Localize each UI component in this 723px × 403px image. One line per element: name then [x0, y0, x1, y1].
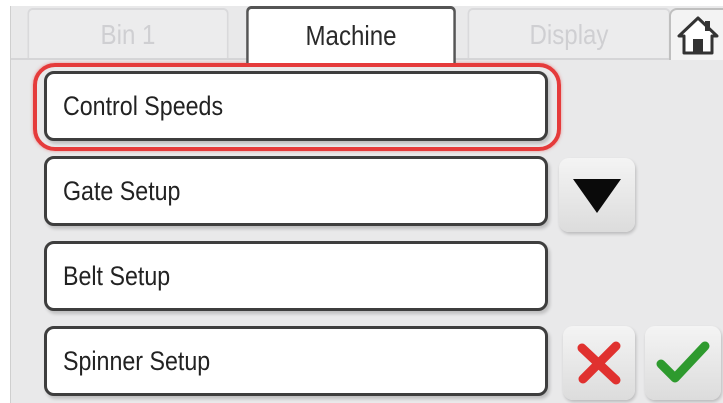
cancel-button[interactable]: [563, 326, 635, 400]
gate-setup-label: Gate Setup: [63, 175, 181, 206]
gate-setup-button[interactable]: Gate Setup: [44, 156, 548, 226]
control-speeds-button[interactable]: Control Speeds: [44, 71, 548, 141]
belt-setup-label: Belt Setup: [63, 260, 171, 291]
scroll-down-button[interactable]: [559, 158, 635, 232]
home-button[interactable]: [669, 8, 723, 60]
spinner-setup-button[interactable]: Spinner Setup: [44, 326, 548, 396]
tab-display[interactable]: Display: [467, 8, 671, 60]
red-x-icon: [577, 341, 621, 385]
tab-bar: Bin 1 Display Machine: [11, 6, 723, 63]
belt-setup-button[interactable]: Belt Setup: [44, 241, 548, 311]
down-triangle-icon: [573, 179, 621, 213]
spinner-setup-label: Spinner Setup: [63, 345, 211, 376]
tab-bin-1[interactable]: Bin 1: [27, 8, 229, 60]
tab-machine[interactable]: Machine: [246, 6, 456, 63]
machine-menu-screen: Bin 1 Display Machine Control Speeds Gat…: [10, 6, 723, 403]
control-speeds-label: Control Speeds: [63, 90, 224, 121]
home-icon: [677, 16, 719, 55]
confirm-button[interactable]: [645, 326, 721, 400]
green-check-icon: [656, 341, 710, 383]
